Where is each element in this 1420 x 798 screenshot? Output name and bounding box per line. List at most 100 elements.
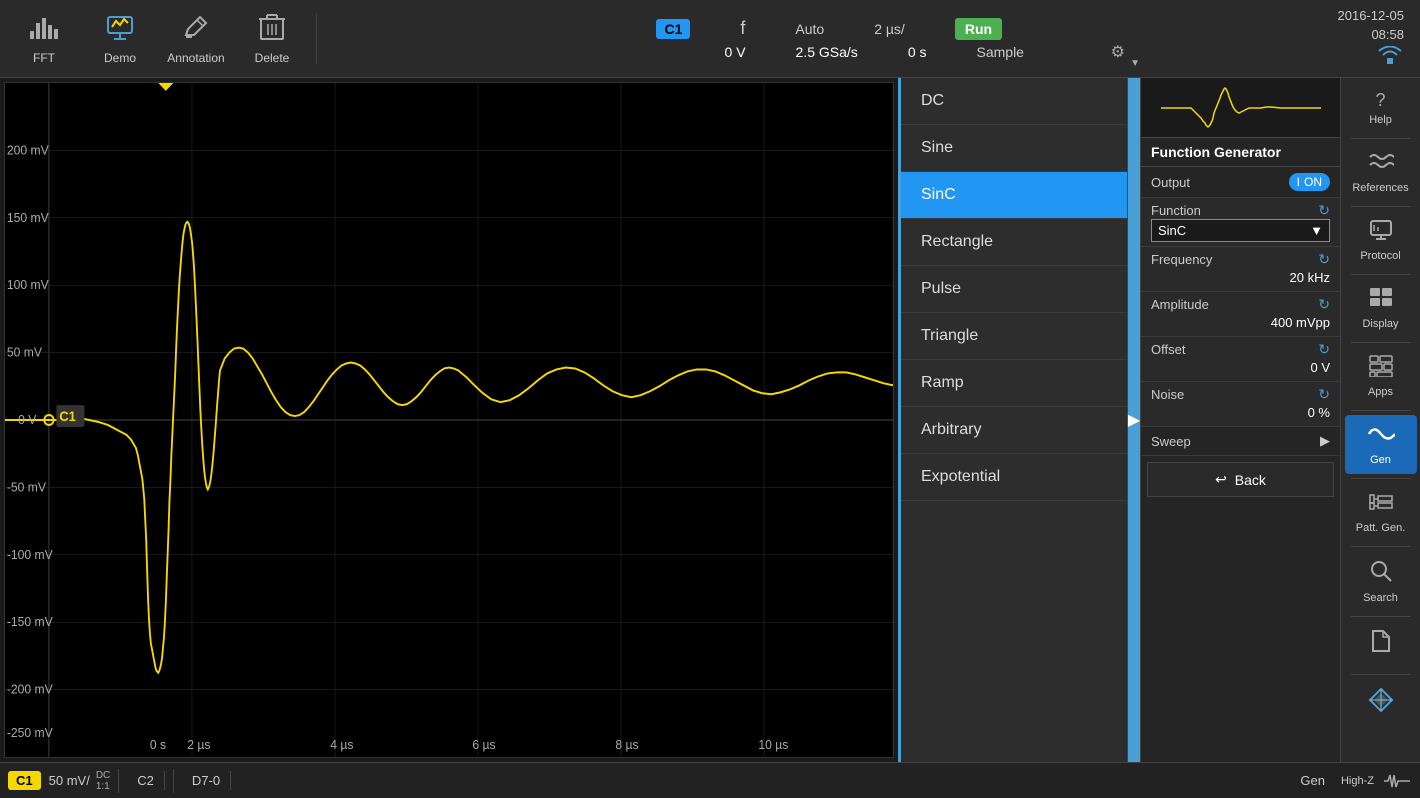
svg-text:-50 mV: -50 mV (7, 480, 47, 494)
sidebar-sep-4 (1351, 342, 1411, 343)
fg-back-button[interactable]: ↩ Back (1147, 462, 1334, 497)
sb-scale: 50 mV/ (49, 773, 90, 788)
sb-d7-0: D7-0 (182, 771, 231, 790)
fg-amplitude-refresh-icon[interactable]: ↻ (1318, 296, 1330, 313)
date-display: 2016-12-05 (1338, 8, 1405, 23)
fg-frequency-refresh-icon[interactable]: ↻ (1318, 251, 1330, 268)
fg-offset-label: Offset (1151, 342, 1185, 357)
fg-noise-refresh-icon[interactable]: ↻ (1318, 386, 1330, 403)
svg-text:C1: C1 (59, 409, 76, 424)
svg-text:2 µs: 2 µs (187, 738, 210, 752)
auto-col: Auto (795, 21, 824, 37)
fg-offset-value: 0 V (1151, 358, 1330, 377)
sidebar-item-utility[interactable] (1345, 679, 1417, 730)
fg-function-label: Function (1151, 203, 1201, 218)
svg-text:200 mV: 200 mV (7, 143, 49, 157)
toolbar-dropdown-arrow[interactable]: ▼ (1130, 58, 1140, 69)
sidebar-item-help[interactable]: ? Help (1345, 82, 1417, 134)
sidebar-item-display[interactable]: Display (1345, 279, 1417, 338)
sidebar-label-search: Search (1363, 592, 1398, 604)
dropdown-item-sinc[interactable]: SinC (901, 172, 1127, 219)
fg-title: Function Generator (1141, 138, 1340, 167)
sb-highz: High-Z (1341, 775, 1374, 787)
annotation-button[interactable]: Annotation (160, 5, 232, 73)
references-icon (1368, 151, 1394, 179)
function-generator-panel: Function Generator Output I ON Function … (1140, 78, 1340, 762)
svg-text:100 mV: 100 mV (7, 278, 49, 292)
fg-amplitude-label: Amplitude (1151, 297, 1209, 312)
fg-waveform-preview (1161, 83, 1321, 133)
svg-text:150 mV: 150 mV (7, 210, 49, 224)
dropdown-item-rectangle[interactable]: Rectangle (901, 219, 1127, 266)
sb-ratio: 1:1 (96, 781, 110, 792)
toolbar-separator-1 (316, 14, 317, 64)
toolbar-params-area: C1 f Auto 2 µs/ Run 0 V 2.5 GSa/s 0 s (325, 18, 1334, 60)
svg-text:8 µs: 8 µs (615, 738, 638, 752)
svg-text:4 µs: 4 µs (330, 738, 353, 752)
dropdown-item-arbitrary[interactable]: Arbitrary (901, 407, 1127, 454)
function-dropdown: DC Sine SinC Rectangle Pulse Triangle Ra… (898, 78, 1128, 762)
gear-button[interactable]: ⚙ (1111, 42, 1125, 62)
dropdown-item-pulse[interactable]: Pulse (901, 266, 1127, 313)
datetime-area: 2016-12-05 08:58 (1338, 8, 1405, 69)
sb-dc-label: DC (96, 770, 110, 781)
sidebar-item-apps[interactable]: Apps (1345, 347, 1417, 406)
sidebar-sep-1 (1351, 138, 1411, 139)
sb-waveform-icon (1382, 771, 1412, 791)
back-arrow-icon: ↩ (1215, 471, 1227, 488)
fg-output-toggle[interactable]: I ON (1289, 173, 1330, 191)
sidebar: ? Help References (1340, 78, 1420, 762)
sidebar-sep-9 (1351, 674, 1411, 675)
voltage-value: 0 V (725, 44, 746, 60)
fg-offset-section: Offset ↻ 0 V (1141, 337, 1340, 382)
trigger-icon: f (740, 18, 745, 39)
fg-function-select[interactable]: SinC ▼ (1151, 219, 1330, 242)
delete-button[interactable]: Delete (236, 5, 308, 73)
delete-label: Delete (255, 51, 290, 65)
sidebar-label-display: Display (1362, 318, 1398, 330)
sb-sep-1 (118, 769, 119, 793)
sidebar-item-references[interactable]: References (1345, 143, 1417, 202)
trigger-col: f (740, 18, 745, 39)
run-badge[interactable]: Run (955, 18, 1002, 40)
fft-label: FFT (33, 51, 55, 65)
toolbar-second-row: 0 V 2.5 GSa/s 0 s Sample (635, 44, 1024, 60)
fg-sweep-label: Sweep (1151, 434, 1191, 449)
dropdown-item-dc[interactable]: DC (901, 78, 1127, 125)
sb-channel-badge[interactable]: C1 (8, 771, 41, 790)
chevron-right-icon: ▶ (1320, 433, 1330, 449)
dropdown-item-expotential[interactable]: Expotential (901, 454, 1127, 501)
svg-text:0 s: 0 s (150, 738, 166, 752)
dropdown-item-triangle[interactable]: Triangle (901, 313, 1127, 360)
oscilloscope-screen[interactable]: 200 mV 150 mV 100 mV 50 mV 0 V -50 mV -1… (4, 82, 894, 758)
channel-badge[interactable]: C1 (656, 19, 690, 39)
sidebar-item-file[interactable] (1345, 621, 1417, 670)
fg-function-refresh-icon[interactable]: ↻ (1318, 202, 1330, 219)
demo-button[interactable]: Demo (84, 5, 156, 73)
sidebar-sep-2 (1351, 206, 1411, 207)
demo-icon (104, 13, 136, 47)
main-area: 200 mV 150 mV 100 mV 50 mV 0 V -50 mV -1… (0, 78, 1420, 762)
delete-icon (259, 13, 285, 47)
sidebar-item-protocol[interactable]: Protocol (1345, 211, 1417, 270)
fg-noise-label-row: Noise ↻ (1151, 386, 1330, 403)
fg-noise-section: Noise ↻ 0 % (1141, 382, 1340, 427)
fg-offset-refresh-icon[interactable]: ↻ (1318, 341, 1330, 358)
fg-sweep-row[interactable]: Sweep ▶ (1141, 427, 1340, 456)
fft-button[interactable]: FFT (8, 5, 80, 73)
dropdown-item-ramp[interactable]: Ramp (901, 360, 1127, 407)
fg-output-label: Output (1151, 175, 1190, 190)
sidebar-item-gen[interactable]: Gen (1345, 415, 1417, 474)
svg-text:-200 mV: -200 mV (7, 682, 54, 696)
sidebar-label-patt-gen: Patt. Gen. (1356, 522, 1406, 534)
toolbar: FFT Demo Annotation (0, 0, 1420, 78)
annotation-icon (182, 13, 210, 47)
sidebar-sep-6 (1351, 478, 1411, 479)
sidebar-item-patt-gen[interactable]: Patt. Gen. (1345, 483, 1417, 542)
network-icon (1376, 46, 1404, 69)
sidebar-sep-3 (1351, 274, 1411, 275)
dropdown-item-sine[interactable]: Sine (901, 125, 1127, 172)
fg-amplitude-section: Amplitude ↻ 400 mVpp (1141, 292, 1340, 337)
auto-label: Auto (795, 21, 824, 37)
sidebar-item-search[interactable]: Search (1345, 551, 1417, 612)
